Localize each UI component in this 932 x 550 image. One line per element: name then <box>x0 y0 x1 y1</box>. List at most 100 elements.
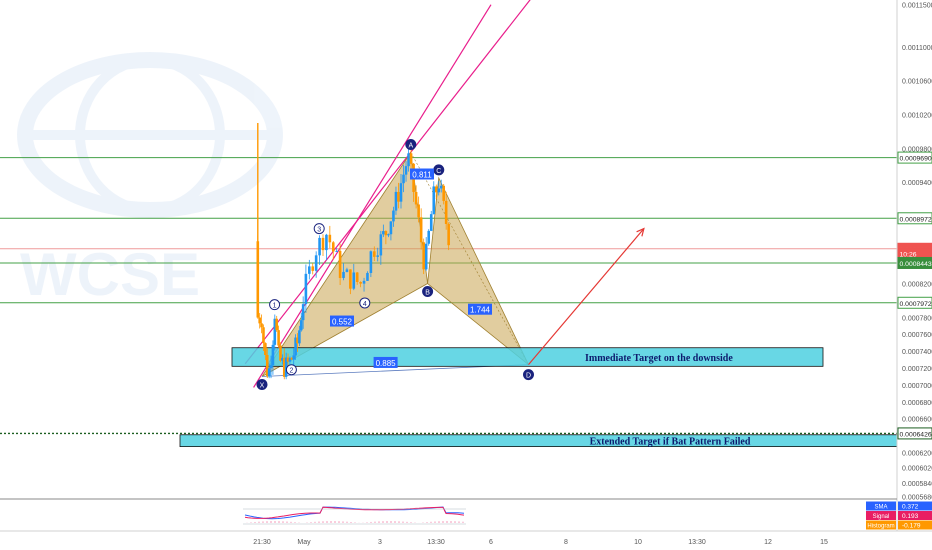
extended-target-box[interactable] <box>179 434 897 448</box>
y-tick-label: 0.0011000 <box>902 45 932 52</box>
candle-body <box>389 221 393 235</box>
candle-body <box>366 272 369 281</box>
target-label: Immediate Target on the downside <box>585 353 733 364</box>
candle-body <box>331 242 335 252</box>
y-tick-label: 0.0005680 <box>902 494 932 501</box>
y-tick-label: 0.0005840 <box>902 481 932 488</box>
price-tag-label: 0.0008443 <box>900 261 932 268</box>
ratio-label: 1.744 <box>470 306 491 315</box>
candle-body <box>394 191 398 211</box>
legend-name: SMA <box>874 505 887 511</box>
y-tick-label: 0.0011500 <box>902 3 932 10</box>
candle-body <box>359 281 362 284</box>
y-tick-label: 0.0009400 <box>902 180 932 187</box>
candle-body <box>349 269 352 289</box>
candle-body <box>325 234 328 251</box>
candle-body <box>402 174 405 184</box>
target-label: Extended Target if Bat Pattern Failed <box>590 437 751 448</box>
candle-body <box>373 251 376 257</box>
y-tick-label: 0.0010600 <box>902 79 932 86</box>
candle-body <box>318 237 321 256</box>
watermark: WCSE <box>17 52 283 308</box>
price-tag-label: 0.0008972 <box>900 216 932 223</box>
candle-body <box>311 266 315 271</box>
candle-body <box>298 330 301 344</box>
immediate-target-box[interactable] <box>231 347 824 367</box>
ratio-label: 0.811 <box>412 171 432 180</box>
candle-body <box>275 318 278 331</box>
ratio-label: 0.552 <box>332 318 353 327</box>
price-tag-label: 0.0009690 <box>900 156 932 163</box>
candle-body <box>262 327 265 344</box>
candle-body <box>392 210 395 222</box>
y-tick-label: 0.0007200 <box>902 366 932 373</box>
candle-body <box>409 153 413 164</box>
legend-name: Signal <box>873 514 890 520</box>
candle-body <box>271 344 275 366</box>
candle-body <box>414 191 418 205</box>
candle-body <box>308 266 311 274</box>
y-tick-label: 0.0008200 <box>902 282 932 289</box>
candle-body <box>397 191 400 202</box>
pattern-bcd-triangle <box>427 176 529 365</box>
candle-body <box>301 304 305 321</box>
pattern-xab-triangle <box>261 151 429 377</box>
candle-body <box>404 166 408 175</box>
candle-body <box>417 204 420 218</box>
legend-name: Histogram <box>867 524 894 530</box>
candle-body <box>267 368 271 377</box>
candle-body <box>424 243 428 270</box>
y-tick-label: 0.0010200 <box>902 113 932 120</box>
candle-body <box>335 250 338 252</box>
candle-body <box>269 365 273 369</box>
candle-body <box>432 186 436 215</box>
price-chart[interactable]: WCSE Immediate Target on the downside Ext… <box>0 0 932 550</box>
candle-body <box>355 272 359 282</box>
candle-body <box>444 200 448 224</box>
candle-body <box>427 230 431 244</box>
wave-point-label: 1 <box>273 303 277 310</box>
y-tick-label: 0.0007800 <box>902 315 932 322</box>
candle-body <box>264 343 267 355</box>
pattern-point-label: X <box>260 382 265 389</box>
price-tag-label: 0.0006426 <box>900 431 932 438</box>
wave-point-label: 2 <box>289 368 293 375</box>
candle-body <box>434 186 438 193</box>
x-tick-label: 13:30 <box>427 539 445 546</box>
pattern-point-label: B <box>425 290 430 297</box>
price-tag-label: 0.0007972 <box>900 301 932 308</box>
x-tick-label: May <box>297 539 311 546</box>
candle-body <box>258 317 261 324</box>
candle-body <box>439 185 443 189</box>
candle-body <box>437 188 441 193</box>
candle-body <box>304 273 308 305</box>
candle-body <box>399 183 403 202</box>
candle-body <box>277 330 280 346</box>
candle-body <box>345 269 349 272</box>
pattern-point-label: D <box>526 373 531 380</box>
candle-body <box>379 234 383 256</box>
candle-body <box>369 251 373 273</box>
candle-body <box>314 255 318 271</box>
x-tick-label: 12 <box>764 539 772 546</box>
x-tick-label: 15 <box>820 539 828 546</box>
candle-body <box>342 271 345 278</box>
x-tick-label: 3 <box>378 539 382 546</box>
candle-body <box>338 250 342 278</box>
legend-value: -0.179 <box>902 523 921 530</box>
candle-body <box>299 320 303 331</box>
wave-point-label: 3 <box>317 227 321 234</box>
candle-body <box>447 223 450 246</box>
x-tick-label: 13:30 <box>688 539 706 546</box>
x-tick-label: 8 <box>564 539 568 546</box>
y-tick-label: 0.0006020 <box>902 466 932 473</box>
ratio-label: 0.885 <box>376 359 397 368</box>
watermark-text: WCSE <box>20 241 200 308</box>
pattern-point-label: C <box>436 168 441 175</box>
y-tick-label: 0.0007000 <box>902 383 932 390</box>
candle-body <box>407 153 410 167</box>
y-tick-label: 0.0007600 <box>902 332 932 339</box>
candle-body <box>442 185 445 201</box>
y-tick-label: 0.0006200 <box>902 451 932 458</box>
channel-lower-line[interactable] <box>253 4 492 388</box>
